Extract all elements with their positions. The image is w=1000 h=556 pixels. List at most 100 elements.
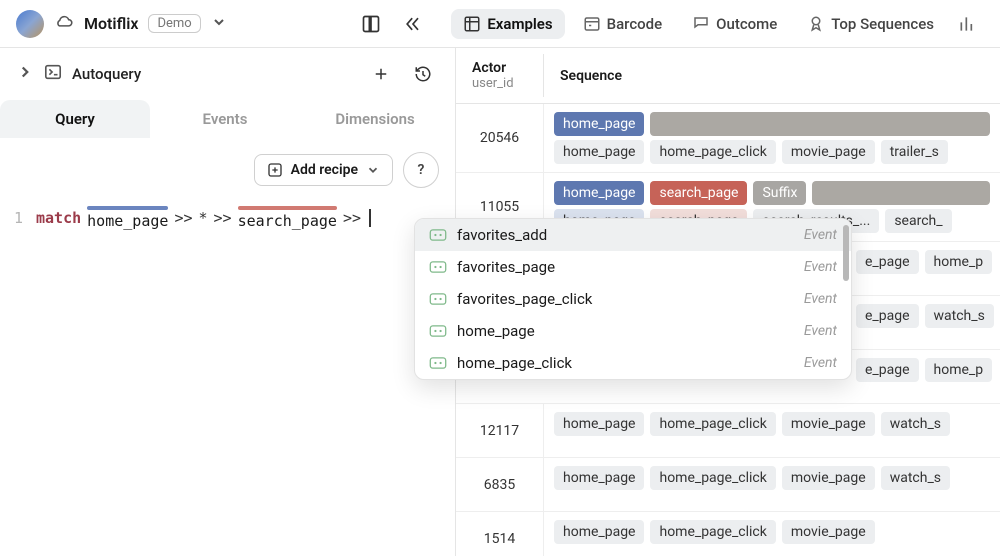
book-icon[interactable] (355, 8, 387, 40)
bar-fill (650, 112, 990, 136)
autocomplete-type: Event (804, 259, 837, 275)
tab-examples[interactable]: Examples (451, 9, 564, 39)
actor-cell: 20546 (456, 104, 544, 172)
recipe-label: Add recipe (291, 162, 358, 178)
event-icon (429, 292, 447, 306)
autocomplete-type: Event (804, 323, 837, 339)
col-actor-label: Actor (472, 60, 527, 76)
seq-chip: search_ (885, 209, 951, 233)
event-icon (429, 324, 447, 338)
autocomplete-item[interactable]: favorites_add Event (415, 219, 851, 251)
top-tabs: Examples Barcode Outcome Top Sequences (451, 8, 984, 40)
seq-chip: home_page (554, 140, 644, 164)
tab-outcome[interactable]: Outcome (680, 9, 789, 39)
seq-chip: home_p (925, 358, 993, 382)
table-row[interactable]: 1514 home_pagehome_page_click movie_page (456, 512, 1000, 556)
seq-chip: home_page (554, 412, 644, 436)
seq-chip: trailer_s (881, 140, 948, 164)
left-panel: Autoquery Query Events Dimensions Add re… (0, 48, 456, 556)
seq-chip: home_page_click (650, 466, 775, 490)
autocomplete-type: Event (804, 227, 837, 243)
tab-label: Top Sequences (831, 15, 934, 33)
scrollbar-thumb[interactable] (843, 225, 849, 281)
left-tab-dimensions[interactable]: Dimensions (300, 100, 450, 138)
event-icon (429, 356, 447, 370)
event-icon (429, 260, 447, 274)
left-toolbar: Add recipe ? (0, 138, 455, 202)
topbar: Motiflix Demo Examples Barcode Outcome T… (0, 0, 1000, 48)
seq-chip: home_page_click (650, 412, 775, 436)
seq-chip: home_page (554, 112, 644, 136)
seq-chip: Suffix (753, 181, 806, 205)
breadcrumb-label: Autoquery (72, 65, 141, 83)
actor-cell: 12117 (456, 404, 544, 457)
chevron-down-icon[interactable] (211, 14, 227, 34)
table-row[interactable]: 6835 home_pagehome_page_click movie_pagewa… (456, 458, 1000, 512)
table-row[interactable]: 12117 home_pagehome_page_click movie_pagew… (456, 404, 1000, 458)
chart-icon[interactable] (952, 8, 984, 40)
autocomplete-item[interactable]: home_page Event (415, 315, 851, 347)
seq-chip: home_page (554, 181, 644, 205)
autocomplete-item[interactable]: favorites_page_click Event (415, 283, 851, 315)
seq-chip: movie_page (782, 412, 875, 436)
avatar[interactable] (16, 10, 44, 38)
keyword: match (36, 209, 81, 227)
bar-fill (812, 181, 990, 205)
autocomplete-item[interactable]: home_page_click Event (415, 347, 851, 379)
left-tab-query[interactable]: Query (0, 100, 150, 138)
seq-chip: movie_page (782, 140, 875, 164)
query-editor[interactable]: 1 match home_page >> * >> search_page >> (0, 202, 455, 234)
autocomplete-label: favorites_page (457, 258, 794, 276)
autocomplete-label: home_page (457, 322, 794, 340)
seq-chip: home_page (554, 466, 644, 490)
seq-chip: search_page (650, 181, 747, 205)
seq-chip: movie_page (782, 520, 875, 544)
seq-chip: watch_s (881, 412, 950, 436)
left-tab-events[interactable]: Events (150, 100, 300, 138)
query-type-icon (44, 63, 62, 85)
table-row[interactable]: 20546 home_page home_pagehome_page_click mo… (456, 104, 1000, 173)
seq-chip: e_page (856, 304, 919, 328)
demo-badge: Demo (148, 14, 200, 33)
cursor (369, 209, 371, 227)
tab-label: Outcome (716, 15, 777, 33)
seq-chip: movie_page (782, 466, 875, 490)
autocomplete-item[interactable]: favorites_page Event (415, 251, 851, 283)
autocomplete-label: favorites_page_click (457, 290, 794, 308)
project-name[interactable]: Motiflix (84, 14, 138, 33)
chevron-right-icon[interactable] (16, 63, 34, 85)
add-recipe-button[interactable]: Add recipe (254, 154, 393, 186)
token-home-page: home_page (87, 206, 168, 230)
seq-chip: watch_s (925, 304, 994, 328)
event-icon (429, 228, 447, 242)
tab-label: Barcode (607, 15, 663, 33)
collapse-icon[interactable] (397, 8, 429, 40)
seq-chip: home_p (925, 250, 993, 274)
seq-chip: home_page_click (650, 520, 775, 544)
col-actor-sublabel: user_id (472, 76, 527, 91)
actor-cell: 1514 (456, 512, 544, 556)
line-number: 1 (14, 209, 26, 227)
seq-chip: home_page (554, 520, 644, 544)
autocomplete-popup: favorites_addEventfavorites_pageEventfav… (414, 218, 852, 380)
seq-chip: home_page_click (650, 140, 775, 164)
help-button[interactable]: ? (403, 152, 439, 188)
tab-barcode[interactable]: Barcode (571, 9, 675, 39)
table-head: Actor user_id Sequence (456, 48, 1000, 104)
left-tabs: Query Events Dimensions (0, 100, 455, 138)
col-sequence-label: Sequence (544, 62, 1000, 90)
token-search-page: search_page (238, 206, 337, 230)
tab-label: Examples (487, 15, 552, 33)
autocomplete-label: favorites_add (457, 226, 794, 244)
tab-top-sequences[interactable]: Top Sequences (795, 9, 946, 39)
autocomplete-type: Event (804, 291, 837, 307)
seq-chip: watch_s (881, 466, 950, 490)
seq-chip: e_page (856, 358, 919, 382)
plus-icon[interactable] (365, 58, 397, 90)
cloud-icon (54, 15, 74, 33)
autocomplete-label: home_page_click (457, 354, 794, 372)
actor-cell: 6835 (456, 458, 544, 511)
breadcrumb: Autoquery (0, 48, 455, 100)
history-icon[interactable] (407, 58, 439, 90)
autocomplete-type: Event (804, 355, 837, 371)
